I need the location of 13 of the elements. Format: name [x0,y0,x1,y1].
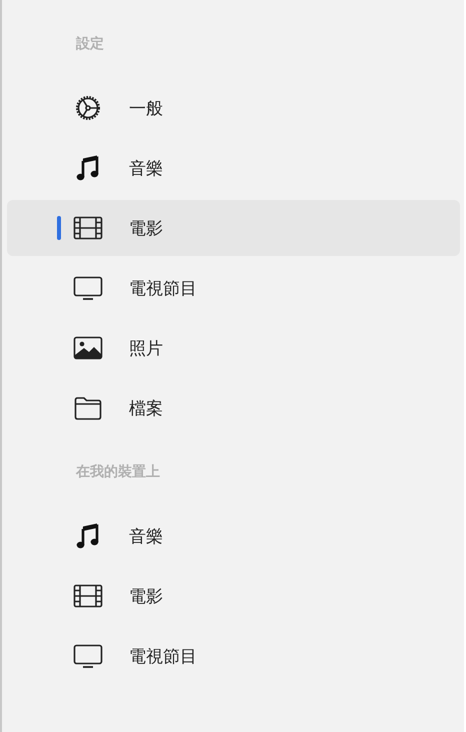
sidebar-item[interactable]: 一般 [7,80,460,136]
sidebar-item[interactable]: 照片 [7,320,460,376]
sidebar-item[interactable]: 音樂 [7,140,460,196]
gear-icon [73,93,103,123]
sidebar-item[interactable]: 檔案 [7,380,460,436]
sidebar-item[interactable]: 電影 [7,568,460,624]
section-header: 在我的裝置上 [76,463,160,481]
sidebar-item[interactable]: 電影 [7,200,460,256]
sidebar-item[interactable]: 音樂 [7,508,460,564]
section-header: 設定 [76,35,104,53]
sidebar-item[interactable]: 電視節目 [7,260,460,316]
sidebar-item[interactable]: 電視節目 [7,628,460,684]
selection-indicator [57,216,61,240]
